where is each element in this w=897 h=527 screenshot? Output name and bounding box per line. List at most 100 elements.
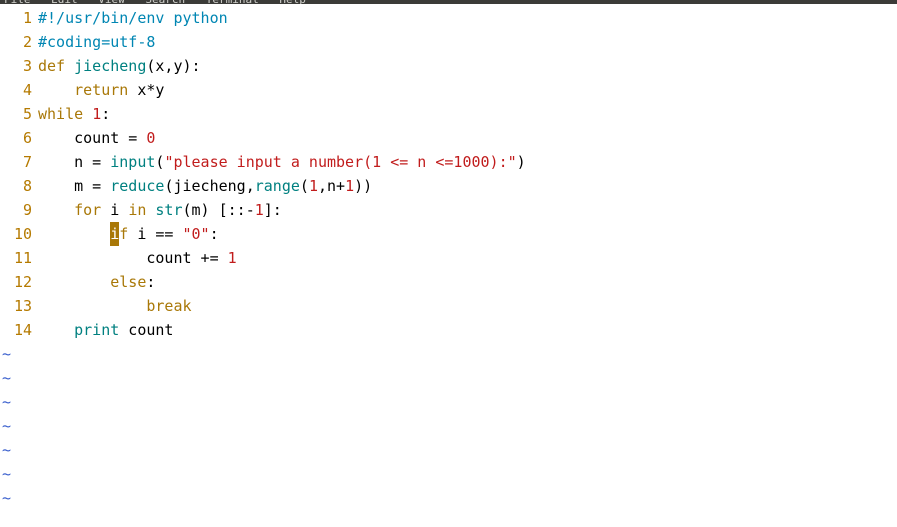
line-number: 4 [0,78,38,102]
empty-line-tilde: ~ [0,366,897,390]
empty-line-tilde: ~ [0,486,897,510]
line-number: 7 [0,150,38,174]
code-token: jiecheng [74,57,146,75]
code-content[interactable]: if i == "0": [38,222,897,246]
code-token [65,57,74,75]
code-line[interactable]: 3def jiecheng(x,y): [0,54,897,78]
code-token [38,201,74,219]
code-line[interactable]: 2#coding=utf-8 [0,30,897,54]
line-number: 9 [0,198,38,222]
code-token: #!/usr/bin/env python [38,9,228,27]
code-token: 1 [228,249,237,267]
line-number: 3 [0,54,38,78]
code-token: count += [38,249,228,267]
code-content[interactable]: def jiecheng(x,y): [38,54,897,78]
code-token: : [210,225,219,243]
line-number: 8 [0,174,38,198]
code-line[interactable]: 10 if i == "0": [0,222,897,246]
code-line[interactable]: 5while 1: [0,102,897,126]
code-content[interactable]: while 1: [38,102,897,126]
code-token: 1 [345,177,354,195]
code-token: def [38,57,65,75]
code-token: 1 [309,177,318,195]
code-content[interactable]: n = input("please input a number(1 <= n … [38,150,897,174]
code-content[interactable]: else: [38,270,897,294]
code-token: 0 [146,129,155,147]
menu-help[interactable]: Help [279,0,306,4]
code-content[interactable]: #!/usr/bin/env python [38,6,897,30]
code-token: : [146,273,155,291]
menu-file[interactable]: File [4,0,31,4]
code-line[interactable]: 12 else: [0,270,897,294]
code-token: 1 [92,105,101,123]
code-token [38,297,146,315]
code-line[interactable]: 4 return x*y [0,78,897,102]
empty-line-tilde: ~ [0,438,897,462]
code-content[interactable]: break [38,294,897,318]
editor-area[interactable]: 1#!/usr/bin/env python2#coding=utf-83def… [0,4,897,510]
code-token: 1 [255,201,264,219]
code-token: : [101,105,110,123]
line-number: 11 [0,246,38,270]
code-token: (jiecheng, [164,177,254,195]
code-token: (x,y): [146,57,200,75]
code-token: ]: [264,201,282,219]
code-token [38,81,74,99]
code-token: return [74,81,128,99]
code-token [83,105,92,123]
code-token: i [110,222,119,246]
empty-line-tilde: ~ [0,462,897,486]
code-token: f [119,225,128,243]
code-token [38,225,110,243]
empty-line-tilde: ~ [0,414,897,438]
code-content[interactable]: m = reduce(jiecheng,range(1,n+1)) [38,174,897,198]
code-token: x*y [128,81,164,99]
code-token: print [74,321,119,339]
line-number: 10 [0,222,38,246]
code-token: range [255,177,300,195]
code-line[interactable]: 13 break [0,294,897,318]
code-line[interactable]: 7 n = input("please input a number(1 <= … [0,150,897,174]
menu-terminal[interactable]: Terminal [206,0,259,4]
code-token: "please input a number(1 <= n <=1000):" [164,153,516,171]
menu-view[interactable]: View [98,0,125,4]
menu-search[interactable]: Search [145,0,185,4]
code-content[interactable]: count += 1 [38,246,897,270]
code-token: for [74,201,101,219]
line-number: 1 [0,6,38,30]
code-line[interactable]: 1#!/usr/bin/env python [0,6,897,30]
empty-line-tilde: ~ [0,342,897,366]
code-token: input [110,153,155,171]
code-line[interactable]: 8 m = reduce(jiecheng,range(1,n+1)) [0,174,897,198]
line-number: 2 [0,30,38,54]
code-token: while [38,105,83,123]
code-token: n = [38,153,110,171]
line-number: 13 [0,294,38,318]
code-token: else [110,273,146,291]
empty-line-tilde: ~ [0,390,897,414]
code-token [38,273,110,291]
code-token: ,n+ [318,177,345,195]
code-token [38,321,74,339]
code-line[interactable]: 9 for i in str(m) [::-1]: [0,198,897,222]
code-token: ( [300,177,309,195]
code-token: m = [38,177,110,195]
code-token: reduce [110,177,164,195]
code-content[interactable]: print count [38,318,897,342]
line-number: 14 [0,318,38,342]
code-content[interactable]: for i in str(m) [::-1]: [38,198,897,222]
line-number: 5 [0,102,38,126]
code-content[interactable]: return x*y [38,78,897,102]
code-token: in [128,201,146,219]
line-number: 12 [0,270,38,294]
code-token: #coding=utf-8 [38,33,155,51]
code-line[interactable]: 14 print count [0,318,897,342]
code-token: i [101,201,128,219]
code-token: i == [128,225,182,243]
code-content[interactable]: count = 0 [38,126,897,150]
code-content[interactable]: #coding=utf-8 [38,30,897,54]
code-line[interactable]: 11 count += 1 [0,246,897,270]
menu-edit[interactable]: Edit [51,0,78,4]
code-token: "0" [183,225,210,243]
code-line[interactable]: 6 count = 0 [0,126,897,150]
